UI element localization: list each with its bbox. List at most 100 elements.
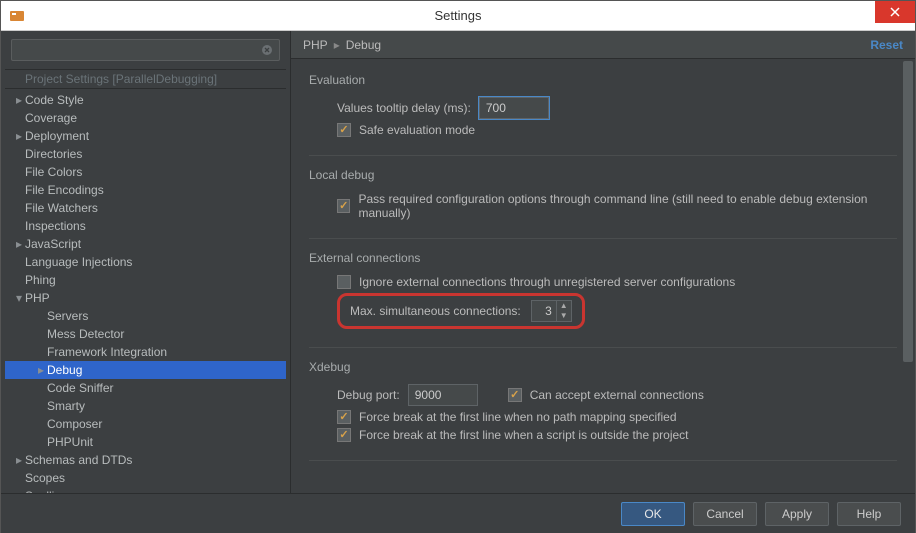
tree-item-schemas-and-dtds[interactable]: ▸Schemas and DTDs [5, 451, 286, 469]
tree-item-label: Debug [47, 362, 82, 378]
tree-item-label: JavaScript [25, 236, 81, 252]
breadcrumb-root: PHP [303, 38, 328, 52]
tree-item-label: Code Sniffer [47, 380, 114, 396]
tree-item-file-colors[interactable]: ▸File Colors [5, 163, 286, 181]
safe-evaluation-label: Safe evaluation mode [359, 123, 475, 137]
settings-tree: Project Settings [ParallelDebugging] ▸Co… [1, 67, 290, 493]
window-title: Settings [435, 8, 482, 23]
chevron-right-icon: ▸ [334, 38, 340, 52]
breadcrumb-leaf: Debug [346, 38, 381, 52]
app-icon [9, 8, 25, 24]
tree-item-label: Code Style [25, 92, 84, 108]
chevron-right-icon: ▸ [13, 128, 25, 144]
tooltip-delay-label: Values tooltip delay (ms): [337, 101, 471, 115]
tree-section-header: Project Settings [ParallelDebugging] [5, 69, 286, 89]
can-accept-label: Can accept external connections [530, 388, 704, 402]
tree-item-php[interactable]: ▾PHP [5, 289, 286, 307]
titlebar: Settings [1, 1, 915, 31]
tree-item-label: Smarty [47, 398, 85, 414]
section-external-connections: External connections Ignore external con… [309, 251, 897, 348]
sidebar: Project Settings [ParallelDebugging] ▸Co… [1, 31, 291, 493]
force-break-nopath-checkbox[interactable] [337, 410, 351, 424]
tree-item-label: Schemas and DTDs [25, 452, 132, 468]
chevron-right-icon: ▸ [35, 362, 47, 378]
help-button[interactable]: Help [837, 502, 901, 526]
tree-item-directories[interactable]: ▸Directories [5, 145, 286, 163]
tree-item-inspections[interactable]: ▸Inspections [5, 217, 286, 235]
tree-item-composer[interactable]: ▸Composer [5, 415, 286, 433]
tree-item-mess-detector[interactable]: ▸Mess Detector [5, 325, 286, 343]
tooltip-delay-input[interactable] [479, 97, 549, 119]
pass-required-label: Pass required configuration options thro… [358, 192, 897, 220]
clear-icon[interactable] [259, 42, 275, 58]
tree-item-javascript[interactable]: ▸JavaScript [5, 235, 286, 253]
tree-item-label: PHP [25, 290, 50, 306]
tree-item-label: Composer [47, 416, 102, 432]
section-title: External connections [309, 251, 897, 265]
tree-item-debug[interactable]: ▸Debug [5, 361, 286, 379]
tree-item-framework-integration[interactable]: ▸Framework Integration [5, 343, 286, 361]
reset-link[interactable]: Reset [870, 38, 903, 52]
chevron-down-icon: ▾ [13, 290, 25, 306]
scrollbar-thumb[interactable] [903, 61, 913, 362]
max-connections-input[interactable] [532, 304, 556, 318]
section-title: Evaluation [309, 73, 897, 87]
section-title: Local debug [309, 168, 897, 182]
debug-port-input[interactable] [408, 384, 478, 406]
search-input[interactable] [11, 39, 280, 61]
tree-item-label: Directories [25, 146, 82, 162]
tree-item-label: Framework Integration [47, 344, 167, 360]
tree-item-coverage[interactable]: ▸Coverage [5, 109, 286, 127]
tree-item-label: File Watchers [25, 200, 98, 216]
tree-item-scopes[interactable]: ▸Scopes [5, 469, 286, 487]
tree-item-deployment[interactable]: ▸Deployment [5, 127, 286, 145]
tree-item-file-watchers[interactable]: ▸File Watchers [5, 199, 286, 217]
tree-item-servers[interactable]: ▸Servers [5, 307, 286, 325]
force-break-outside-checkbox[interactable] [337, 428, 351, 442]
max-connections-label: Max. simultaneous connections: [350, 304, 521, 318]
safe-evaluation-checkbox[interactable] [337, 123, 351, 137]
tree-item-label: Inspections [25, 218, 86, 234]
tree-item-phing[interactable]: ▸Phing [5, 271, 286, 289]
tree-item-label: File Encodings [25, 182, 104, 198]
section-local-debug: Local debug Pass required configuration … [309, 168, 897, 239]
tree-item-label: File Colors [25, 164, 82, 180]
ignore-external-label: Ignore external connections through unre… [359, 275, 735, 289]
tree-item-language-injections[interactable]: ▸Language Injections [5, 253, 286, 271]
close-button[interactable] [875, 1, 915, 23]
close-icon [890, 7, 900, 17]
tree-item-label: PHPUnit [47, 434, 93, 450]
tree-item-spelling[interactable]: ▸Spelling [5, 487, 286, 493]
cancel-button[interactable]: Cancel [693, 502, 757, 526]
chevron-right-icon: ▸ [13, 236, 25, 252]
content-header: PHP ▸ Debug Reset [291, 31, 915, 59]
pass-required-checkbox[interactable] [337, 199, 350, 213]
tree-item-label: Servers [47, 308, 88, 324]
spinner-up-icon[interactable]: ▲ [557, 301, 571, 311]
ignore-external-checkbox[interactable] [337, 275, 351, 289]
tree-item-code-sniffer[interactable]: ▸Code Sniffer [5, 379, 286, 397]
section-xdebug: Xdebug Debug port: Can accept external c… [309, 360, 897, 461]
scrollbar[interactable] [903, 61, 913, 491]
tree-item-label: Spelling [25, 488, 68, 493]
tree-item-label: Phing [25, 272, 56, 288]
tree-item-label: Scopes [25, 470, 65, 486]
can-accept-checkbox[interactable] [508, 388, 522, 402]
ok-button[interactable]: OK [621, 502, 685, 526]
content-panel: PHP ▸ Debug Reset Evaluation Values tool… [291, 31, 915, 493]
tree-item-code-style[interactable]: ▸Code Style [5, 91, 286, 109]
section-evaluation: Evaluation Values tooltip delay (ms): Sa… [309, 73, 897, 156]
tree-item-smarty[interactable]: ▸Smarty [5, 397, 286, 415]
force-break-nopath-label: Force break at the first line when no pa… [359, 410, 677, 424]
tree-item-label: Language Injections [25, 254, 132, 270]
apply-button[interactable]: Apply [765, 502, 829, 526]
tree-item-phpunit[interactable]: ▸PHPUnit [5, 433, 286, 451]
highlighted-setting: Max. simultaneous connections: ▲ ▼ [337, 293, 585, 329]
chevron-right-icon: ▸ [13, 452, 25, 468]
tree-item-label: Coverage [25, 110, 77, 126]
spinner-down-icon[interactable]: ▼ [557, 311, 571, 321]
max-connections-spinner[interactable]: ▲ ▼ [531, 300, 572, 322]
tree-item-file-encodings[interactable]: ▸File Encodings [5, 181, 286, 199]
section-title: Xdebug [309, 360, 897, 374]
tree-item-label: Mess Detector [47, 326, 124, 342]
